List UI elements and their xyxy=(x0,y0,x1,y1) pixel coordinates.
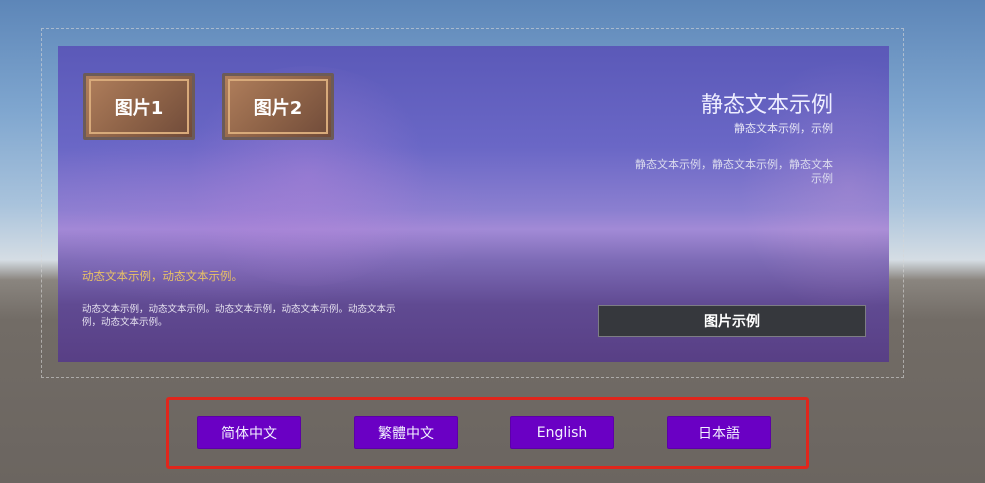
static-text-title: 静态文本示例 xyxy=(700,93,833,118)
image-example-button[interactable]: 图片示例 xyxy=(598,305,866,337)
picture-2-label: 图片2 xyxy=(228,79,328,134)
picture-1-button[interactable]: 图片1 xyxy=(83,73,195,140)
picture-1-label: 图片1 xyxy=(89,79,189,134)
static-text-subtitle: 静态文本示例，示例 xyxy=(734,122,833,135)
traditional-chinese-button[interactable]: 繁體中文 xyxy=(354,416,458,449)
language-selector: 简体中文 繁體中文 English 日本語 xyxy=(166,397,809,469)
dynamic-text-highlight: 动态文本示例，动态文本示例。 xyxy=(82,269,243,283)
picture-2-button[interactable]: 图片2 xyxy=(222,73,334,140)
dynamic-text-paragraph: 动态文本示例，动态文本示例。动态文本示例，动态文本示例。动态文本示例，动态文本示… xyxy=(82,304,396,328)
demo-panel: 图片1 图片2 静态文本示例 静态文本示例，示例 静态文本示例，静态文本示例，静… xyxy=(58,46,889,362)
english-button[interactable]: English xyxy=(510,416,614,449)
simplified-chinese-button[interactable]: 简体中文 xyxy=(197,416,301,449)
japanese-button[interactable]: 日本語 xyxy=(667,416,771,449)
static-text-paragraph: 静态文本示例，静态文本示例，静态文本示例 xyxy=(635,158,833,185)
